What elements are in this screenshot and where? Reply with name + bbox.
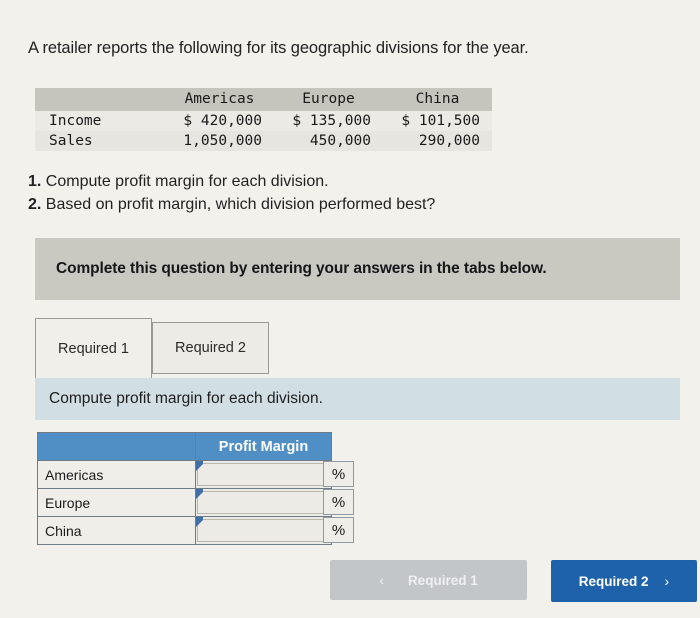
answer-input-cell-americas[interactable] xyxy=(195,460,332,489)
given-cell-income-china: $ 101,500 xyxy=(383,111,492,131)
previous-required-label: Required 1 xyxy=(407,572,478,588)
percent-unit-china: % xyxy=(323,517,354,543)
answer-input-americas[interactable] xyxy=(197,463,330,486)
tab-required-2-label: Required 2 xyxy=(175,340,246,356)
tab-required-1[interactable]: Required 1 xyxy=(35,318,152,378)
given-cell-income-europe: $ 135,000 xyxy=(274,111,383,131)
given-cell-sales-europe: 450,000 xyxy=(274,131,383,151)
table-row: Europe xyxy=(37,488,332,517)
instruction-banner-text: Complete this question by entering your … xyxy=(56,260,547,277)
next-required-label: Required 2 xyxy=(578,573,649,589)
table-row: Americas xyxy=(37,460,332,489)
given-header-china: China xyxy=(383,88,492,111)
tab-strip: Required 1 Required 2 xyxy=(35,318,680,378)
cell-marker-icon xyxy=(196,461,203,471)
given-header-americas: Americas xyxy=(165,88,274,111)
percent-unit-americas: % xyxy=(323,461,354,487)
cell-marker-icon xyxy=(196,517,203,527)
requirement-number-1: 1. xyxy=(28,173,42,190)
tab-instruction-bar: Compute profit margin for each division. xyxy=(35,378,680,420)
next-required-button[interactable]: Required 2 › xyxy=(551,560,697,602)
requirement-text-2: Based on profit margin, which division p… xyxy=(45,196,436,214)
answer-row-label-europe: Europe xyxy=(37,488,196,517)
answer-header-row: Profit Margin xyxy=(37,432,332,461)
given-table-row-sales: Sales 1,050,000 450,000 290,000 xyxy=(35,131,492,151)
answer-input-europe[interactable] xyxy=(197,491,330,514)
given-cell-income-americas: $ 420,000 xyxy=(165,111,274,131)
tab-required-1-label: Required 1 xyxy=(58,340,129,357)
tab-required-2[interactable]: Required 2 xyxy=(152,322,269,374)
profit-margin-table: Profit Margin Americas Europe China xyxy=(37,432,332,545)
given-data-table: Americas Europe China Income $ 420,000 $… xyxy=(35,88,492,151)
instruction-banner: Complete this question by entering your … xyxy=(35,238,680,300)
requirements-list: 1. Compute profit margin for each divisi… xyxy=(28,170,668,216)
chevron-right-icon: › xyxy=(664,573,670,589)
answer-row-label-china: China xyxy=(37,516,196,545)
answer-header-profit-margin: Profit Margin xyxy=(195,432,332,461)
given-header-blank xyxy=(35,88,165,111)
given-header-europe: Europe xyxy=(274,88,383,111)
given-row-label-income: Income xyxy=(35,111,165,131)
answer-header-blank xyxy=(37,432,196,461)
given-cell-sales-china: 290,000 xyxy=(383,131,492,151)
answer-table-wrapper: Profit Margin Americas Europe China % % … xyxy=(37,432,354,545)
tab-instruction-text: Compute profit margin for each division. xyxy=(49,390,323,407)
cell-marker-icon xyxy=(196,489,203,499)
requirement-item-1: 1. Compute profit margin for each divisi… xyxy=(28,170,668,193)
answer-header-profit-margin-label: Profit Margin xyxy=(218,438,309,455)
answer-row-label-americas: Americas xyxy=(37,460,196,489)
answer-input-cell-china[interactable] xyxy=(195,516,332,545)
given-table-header-row: Americas Europe China xyxy=(35,88,492,111)
given-cell-sales-americas: 1,050,000 xyxy=(165,131,274,151)
chevron-left-icon: ‹ xyxy=(379,572,384,588)
table-row: China xyxy=(37,516,332,545)
requirement-number-2: 2. xyxy=(28,196,42,214)
answer-input-china[interactable] xyxy=(197,519,330,542)
percent-unit-europe: % xyxy=(323,489,354,515)
previous-required-button[interactable]: ‹ Required 1 xyxy=(330,560,527,600)
requirement-item-2: 2. Based on profit margin, which divisio… xyxy=(28,193,668,216)
requirement-text-1: Compute profit margin for each division. xyxy=(45,173,329,190)
given-table-row-income: Income $ 420,000 $ 135,000 $ 101,500 xyxy=(35,111,492,131)
question-prompt: A retailer reports the following for its… xyxy=(28,39,529,57)
given-row-label-sales: Sales xyxy=(35,131,165,151)
answer-input-cell-europe[interactable] xyxy=(195,488,332,517)
